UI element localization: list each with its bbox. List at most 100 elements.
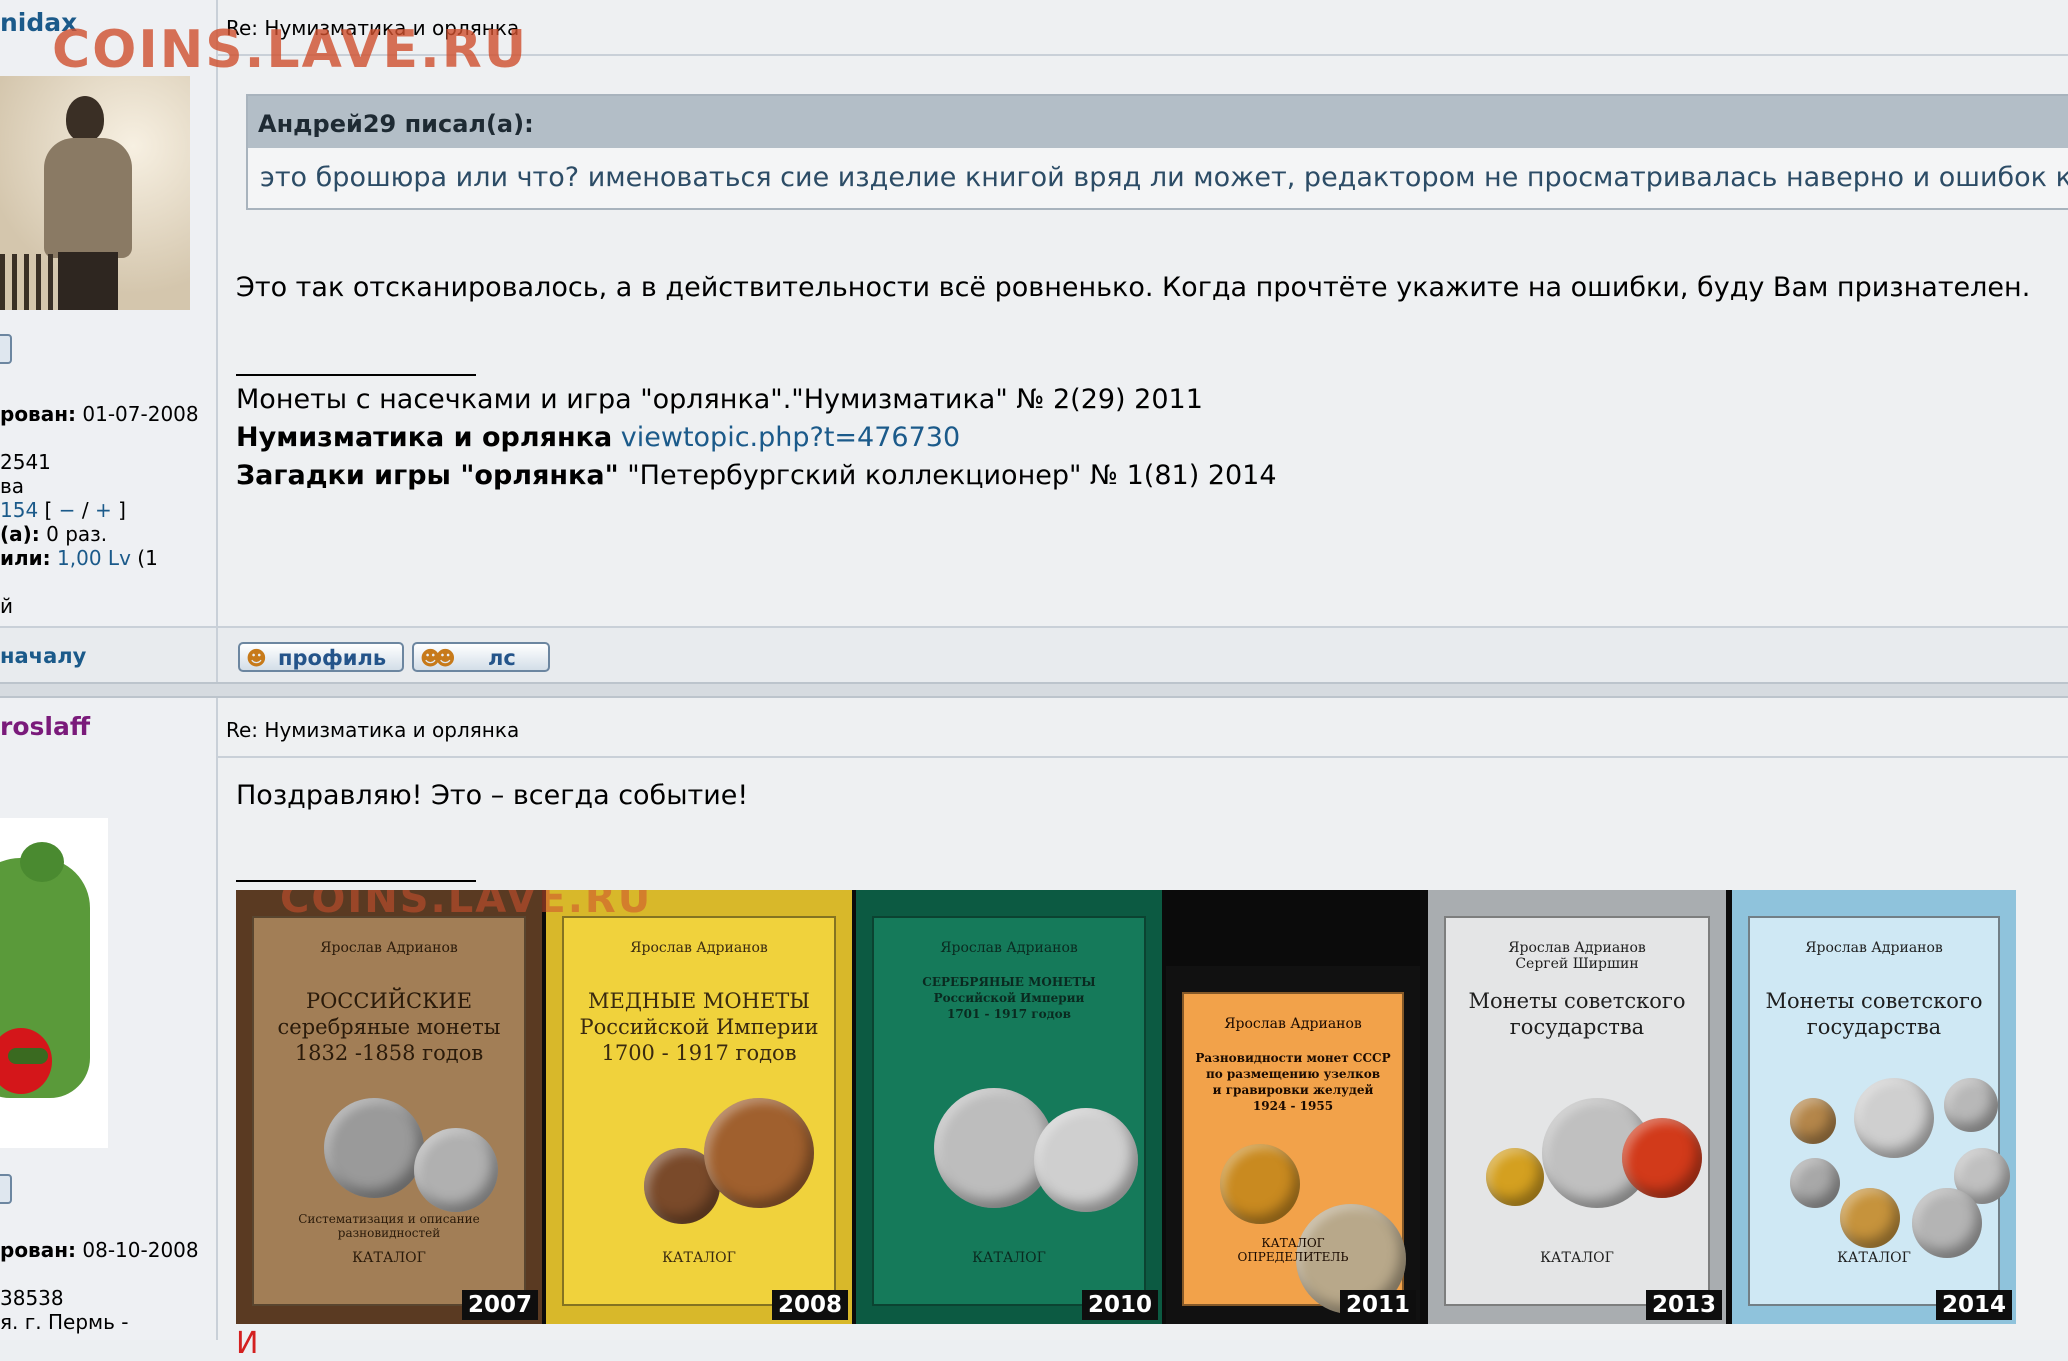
book-cover-2011: Ярослав Адрианов Разновидности монет СССР… — [1166, 966, 1420, 1324]
book-cover-2008: Ярослав Адрианов МЕДНЫЕ МОНЕТЫ Российской… — [546, 890, 852, 1324]
signature-divider — [236, 880, 476, 882]
coin-image — [324, 1098, 424, 1198]
rated-label: или: — [0, 546, 51, 570]
posts-count: 2541 — [0, 450, 51, 474]
signature-line-1: Монеты с насечками и игра "орлянка"."Нум… — [236, 384, 1203, 415]
book-title: РОССИЙСКИЕ серебряные монеты 1832 -1858 … — [277, 989, 501, 1065]
book-cover-panel: Ярослав Адрианов РОССИЙСКИЕ серебряные мо… — [252, 916, 526, 1306]
registered-label: рован: — [0, 402, 77, 426]
book-author: Ярослав Адрианов Сергей Ширшин — [1508, 940, 1646, 972]
book-subtitle: КАТАЛОГ ОПРЕДЕЛИТЕЛЬ — [1237, 1236, 1349, 1264]
profile-button[interactable]: ☻ профиль — [238, 642, 404, 672]
book-year-badge: 2010 — [1081, 1290, 1158, 1320]
coin-image — [1034, 1108, 1138, 1212]
signature-line-3-text: "Петербургский коллекционер" № 1(81) 201… — [627, 460, 1277, 491]
book-cover-panel: Ярослав Адрианов Сергей Ширшин Монеты сов… — [1444, 916, 1710, 1306]
coin-image — [1854, 1078, 1934, 1158]
book-cover-panel: Ярослав Адрианов СЕРЕБРЯНЫЕ МОНЕТЫ Россий… — [872, 916, 1146, 1306]
coin-image — [1944, 1078, 1998, 1132]
post-separator — [0, 682, 2068, 698]
post-1-profile-column: nidax рован: 01-07-2008 2541 ва 154 [ − … — [0, 0, 218, 682]
book-cover-panel: Ярослав Адрианов Монеты советского госуда… — [1748, 916, 2010, 1306]
book-year-badge: 2011 — [1339, 1290, 1416, 1320]
pm-button[interactable]: ☻☻ лс — [412, 642, 550, 672]
avatar[interactable] — [0, 818, 108, 1148]
post-2-author[interactable]: roslaff — [0, 712, 90, 741]
post-2-body: Поздравляю! Это – всегда событие! — [236, 780, 749, 811]
coin-image — [1486, 1148, 1544, 1206]
book-katalog-label: КАТАЛОГ — [972, 1250, 1046, 1266]
post-1: nidax рован: 01-07-2008 2541 ва 154 [ − … — [0, 0, 2068, 684]
registered-value: 08-10-2008 — [82, 1238, 199, 1262]
pm-button-label: лс — [488, 646, 516, 670]
profile-button-label: профиль — [278, 646, 387, 670]
book-katalog-label: КАТАЛОГ — [662, 1250, 736, 1266]
quote-text: это брошюра или что? именоваться сие изд… — [260, 162, 2068, 193]
book-author: Ярослав Адрианов — [1805, 940, 1943, 956]
registered-label: рован: — [0, 1238, 77, 1262]
book-title: МЕДНЫЕ МОНЕТЫ Российской Империи 1700 - … — [579, 989, 819, 1065]
rep-plus-link[interactable]: + — [95, 498, 112, 522]
registered-row: рован: 08-10-2008 — [0, 1238, 199, 1262]
signature-topic-link[interactable]: viewtopic.php?t=476730 — [621, 422, 960, 453]
book-cover-2013: Ярослав Адрианов Сергей Ширшин Монеты сов… — [1428, 890, 1726, 1324]
users-icon: ☻☻ — [420, 646, 456, 670]
coin-image — [1840, 1188, 1900, 1248]
book-year-badge: 2007 — [461, 1290, 538, 1320]
books-banner-image[interactable]: Ярослав Адрианов РОССИЙСКИЕ серебряные мо… — [236, 890, 2016, 1324]
site-watermark: COINS.LAVE.RU — [52, 20, 529, 80]
post-2: roslaff рован: 08-10-2008 38538 я. г. Пе… — [0, 698, 2068, 1361]
registered-value: 01-07-2008 — [82, 402, 199, 426]
book-katalog-label: КАТАЛОГ — [1540, 1250, 1614, 1266]
location: я. г. Пермь - — [0, 1310, 129, 1334]
quote-box: Андрей29 писал(а): это брошюра или что? … — [246, 94, 2068, 210]
book-author: Ярослав Адрианов — [630, 940, 768, 956]
book-katalog-label: КАТАЛОГ — [352, 1250, 426, 1266]
quote-author: Андрей29 писал(а): — [258, 110, 534, 138]
signature-line-2: Нумизматика и орлянка viewtopic.php?t=47… — [236, 422, 960, 453]
book-year-badge: 2014 — [1935, 1290, 2012, 1320]
reputation-value[interactable]: 154 — [0, 498, 38, 522]
book-title: Монеты советского государства — [1468, 989, 1686, 1039]
banner-watermark: COINS.LAVE.RU — [280, 890, 653, 922]
post-2-header-divider — [216, 756, 2068, 758]
rep-bracket-open: [ — [44, 498, 53, 522]
online-status-icon — [0, 334, 12, 364]
book-author: Ярослав Адрианов — [1224, 1016, 1362, 1032]
rep-bracket-close: ] — [118, 498, 126, 522]
coin-image — [414, 1128, 498, 1212]
signature-red-text: И — [236, 1326, 259, 1361]
thanked-value: 0 раз. — [46, 522, 108, 546]
post-2-subject[interactable]: Re: Нумизматика и орлянка — [226, 718, 519, 742]
coin-image — [1912, 1188, 1982, 1258]
registered-row: рован: 01-07-2008 — [0, 402, 199, 426]
thanked-row: (а): 0 раз. — [0, 522, 107, 546]
posts-count: 38538 — [0, 1286, 64, 1310]
user-icon: ☻ — [246, 646, 267, 670]
coin-image — [1790, 1158, 1840, 1208]
rep-minus-link[interactable]: − — [59, 498, 76, 522]
avatar[interactable] — [0, 76, 190, 310]
coin-image — [704, 1098, 814, 1208]
book-title: СЕРЕБРЯНЫЕ МОНЕТЫ Российской Империи 170… — [922, 975, 1096, 1021]
book-cover-panel: Ярослав Адрианов Разновидности монет СССР… — [1182, 992, 1406, 1314]
quote-header: Андрей29 писал(а): — [248, 96, 2068, 148]
reputation-row: 154 [ − / + ] — [0, 498, 126, 522]
signature-line-3-title: Загадки игры "орлянка" — [236, 460, 619, 491]
book-cover-2007: Ярослав Адрианов РОССИЙСКИЕ серебряные мо… — [236, 890, 542, 1324]
book-cover-2010: Ярослав Адрианов СЕРЕБРЯНЫЕ МОНЕТЫ Россий… — [856, 890, 1162, 1324]
post-2-profile-column: roslaff рован: 08-10-2008 38538 я. г. Пе… — [0, 698, 218, 1340]
online-status-icon — [0, 1174, 12, 1204]
back-to-top-link[interactable]: началу — [0, 644, 86, 668]
footer-divider — [216, 628, 218, 684]
thanked-label: (а): — [0, 522, 40, 546]
coin-image — [1220, 1144, 1300, 1224]
book-title: Монеты советского государства — [1765, 989, 1983, 1039]
profile-extra: й — [0, 594, 13, 618]
book-year-badge: 2008 — [771, 1290, 848, 1320]
book-cover-panel: Ярослав Адрианов МЕДНЫЕ МОНЕТЫ Российской… — [562, 916, 836, 1306]
coin-image — [1622, 1118, 1702, 1198]
rated-value[interactable]: 1,00 Lv — [57, 546, 131, 570]
rated-suffix: (1 — [137, 546, 158, 570]
book-cover-2014: Ярослав Адрианов Монеты советского госуда… — [1732, 890, 2016, 1324]
